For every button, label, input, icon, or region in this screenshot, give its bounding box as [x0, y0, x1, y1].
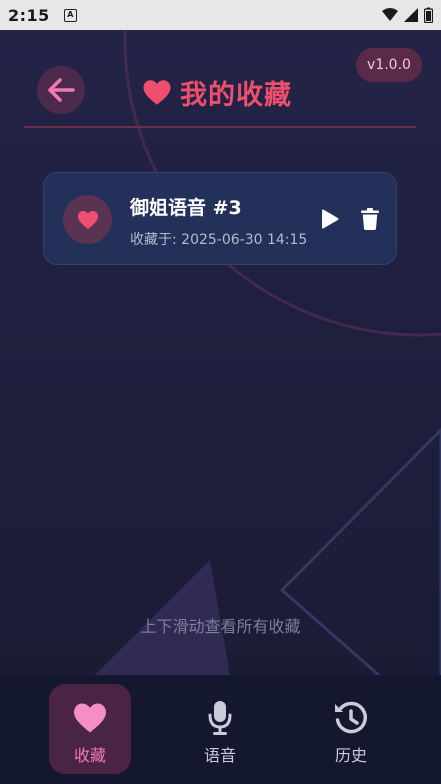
- favorite-item[interactable]: 御姐语音 #3 收藏于: 2025-06-30 14:15: [43, 172, 397, 265]
- header-divider: [24, 126, 416, 128]
- page-title: 我的收藏: [142, 72, 292, 112]
- microphone-icon: [208, 701, 232, 735]
- nav-label: 历史: [334, 746, 367, 765]
- nav-item-history[interactable]: 历史: [310, 684, 392, 774]
- heart-icon: [74, 703, 106, 733]
- page-title-text: 我的收藏: [180, 79, 292, 111]
- scroll-hint: 上下滑动查看所有收藏: [140, 617, 301, 636]
- nav-icon-wrapper: [207, 700, 233, 736]
- nav-icon-wrapper: [333, 700, 369, 736]
- favorite-heart-badge: [63, 195, 112, 244]
- back-button[interactable]: [37, 66, 85, 114]
- nav-icon-wrapper: [72, 700, 108, 736]
- favorite-saved-time: 收藏于: 2025-06-30 14:15: [130, 232, 308, 248]
- heart-icon: [77, 210, 98, 229]
- favorite-title: 御姐语音 #3: [130, 197, 242, 219]
- delete-button[interactable]: [358, 207, 382, 231]
- battery-icon: [424, 7, 433, 23]
- background-decoration: [95, 0, 441, 732]
- nav-label: 收藏: [73, 746, 106, 765]
- trash-icon: [361, 208, 379, 230]
- wifi-icon: [382, 8, 398, 21]
- nav-item-favorites[interactable]: 收藏: [49, 684, 131, 774]
- history-icon: [335, 701, 368, 734]
- nav-item-voice[interactable]: 语音: [179, 684, 261, 774]
- background: [0, 0, 441, 784]
- version-badge: v1.0.0: [356, 48, 422, 82]
- app-notification-icon: A: [63, 8, 77, 22]
- bottom-nav: 收藏 语音 历史: [0, 675, 441, 784]
- status-time: 2:15: [8, 5, 50, 25]
- play-button[interactable]: [318, 207, 342, 231]
- nav-label: 语音: [203, 746, 236, 765]
- cell-signal-icon: [404, 8, 418, 22]
- status-bar: 2:15 A: [0, 0, 441, 30]
- arrow-left-icon: [48, 78, 75, 102]
- play-icon: [322, 209, 339, 229]
- heart-icon: [143, 79, 171, 105]
- status-indicators: [382, 7, 433, 23]
